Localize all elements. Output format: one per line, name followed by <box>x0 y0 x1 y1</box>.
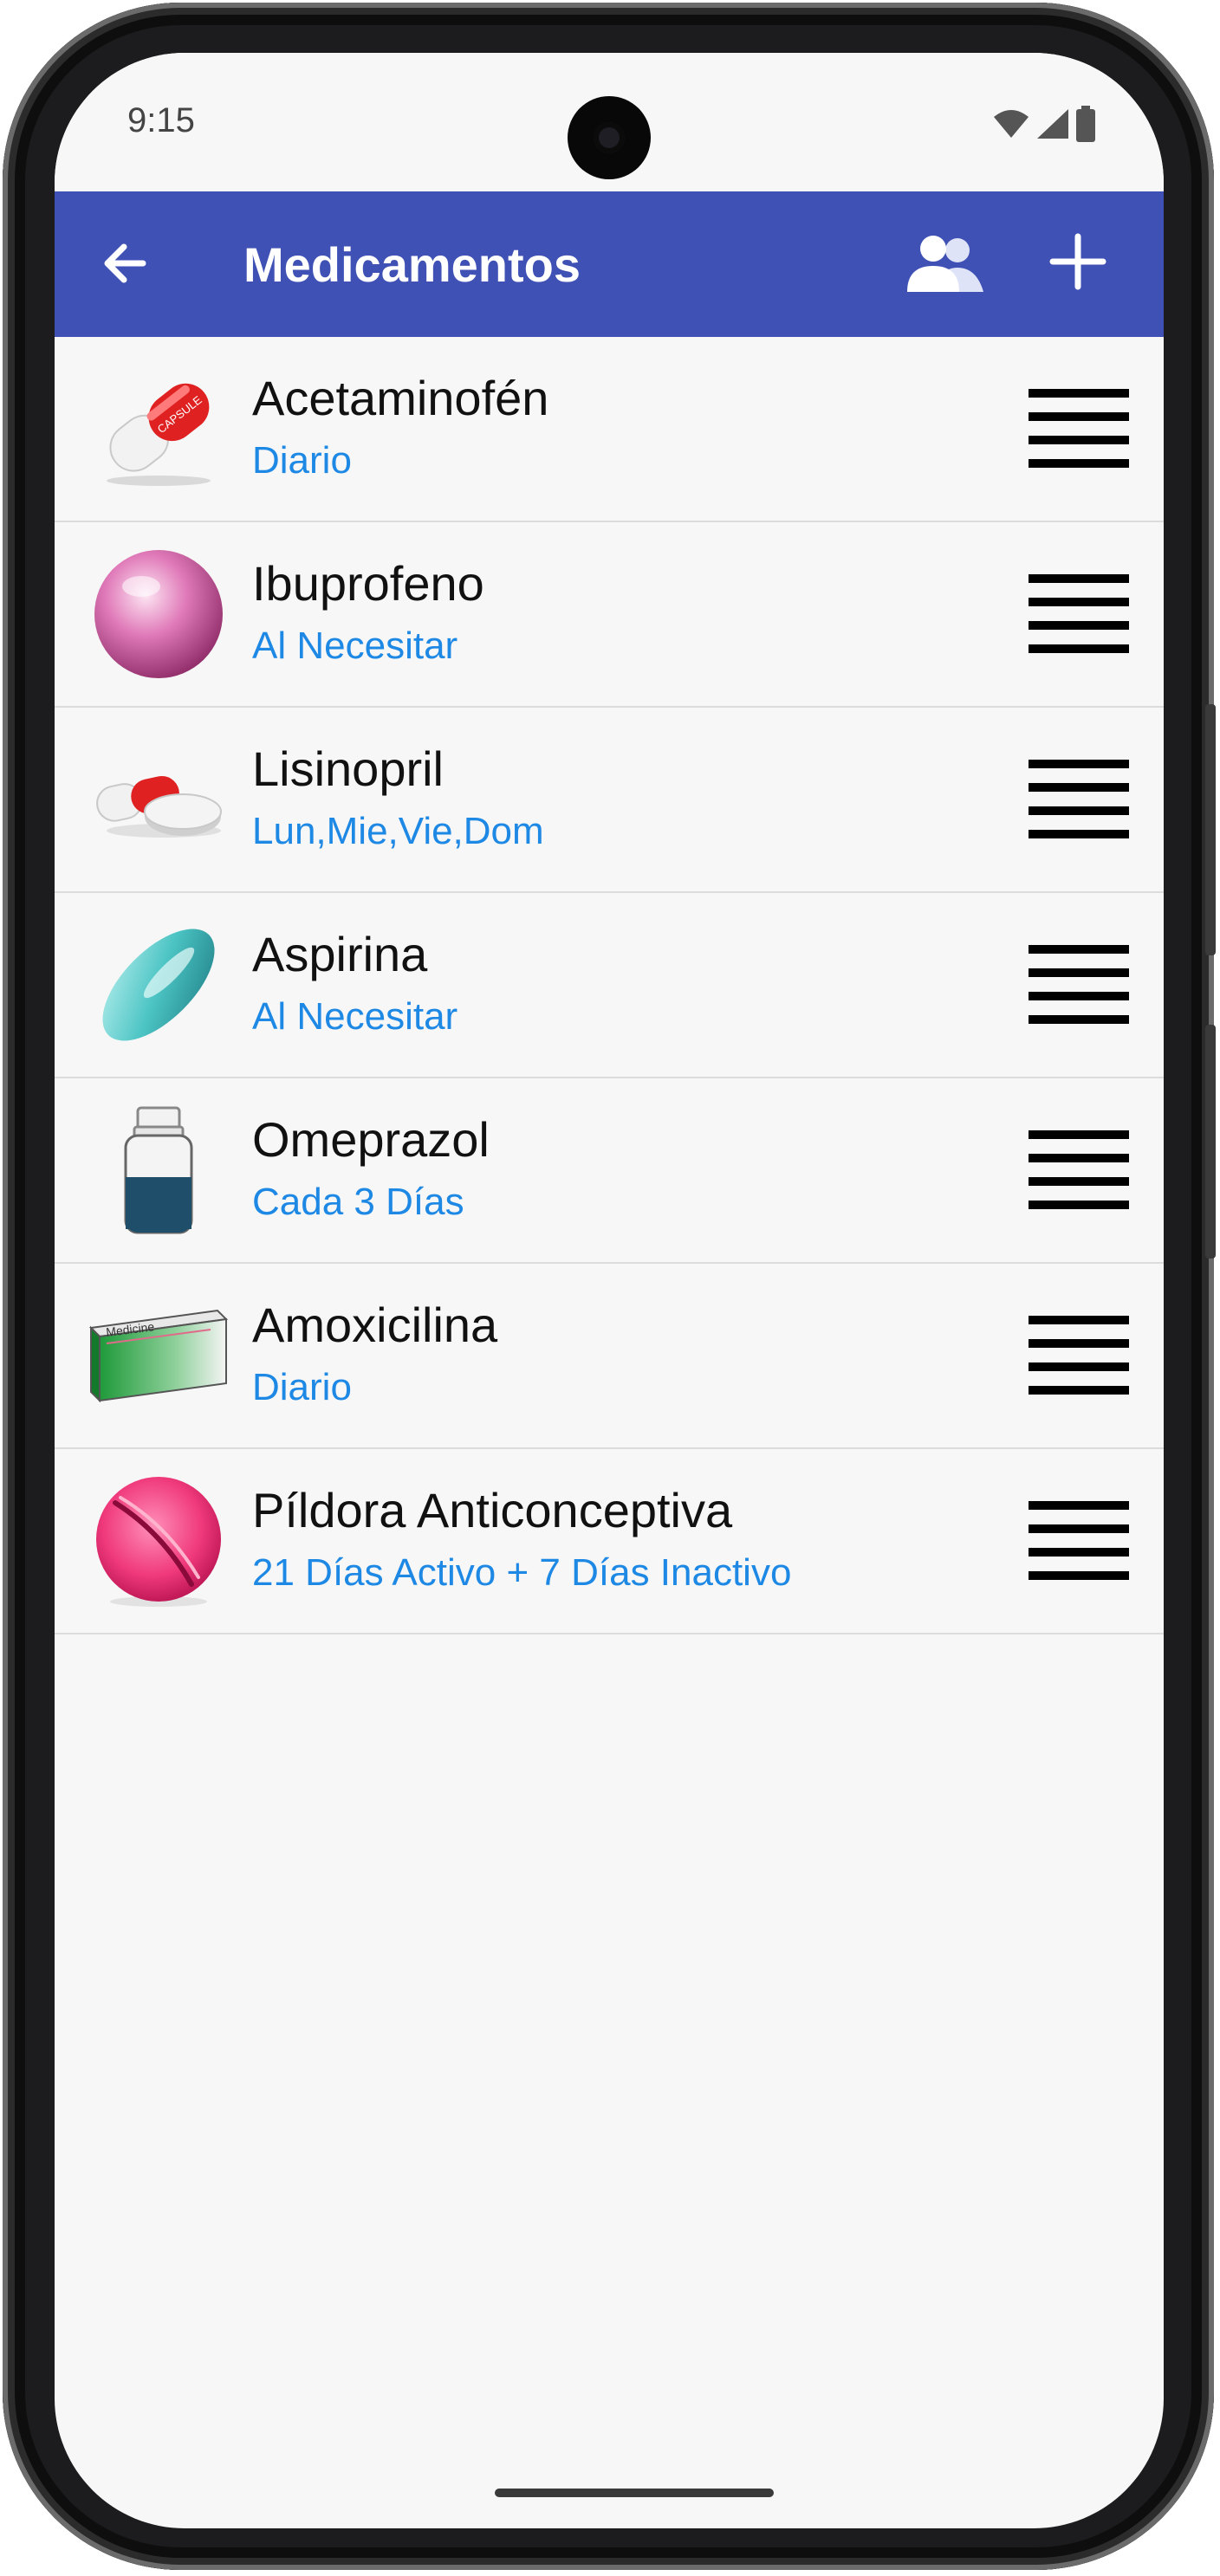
medication-frequency: Lun,Mie,Vie,Dom <box>252 810 544 852</box>
drag-handle-icon[interactable] <box>1029 1130 1129 1210</box>
status-icons <box>992 106 1096 142</box>
drag-handle-icon[interactable] <box>1029 574 1129 654</box>
medication-frequency: Al Necesitar <box>252 625 458 667</box>
capsule-icon: CAPSULE <box>107 383 211 486</box>
pill-bottle-icon <box>124 1106 193 1234</box>
teal-oval-pill-icon <box>102 929 215 1041</box>
medication-frequency: Diario <box>252 439 352 482</box>
medication-name: Acetaminofén <box>252 371 549 425</box>
home-indicator[interactable] <box>495 2489 774 2497</box>
signal-icon <box>1037 109 1068 139</box>
add-icon[interactable] <box>1048 231 1108 292</box>
medication-name: Amoxicilina <box>252 1298 498 1352</box>
medication-row-omeprazol[interactable]: Omeprazol Cada 3 Días <box>55 1078 1164 1264</box>
medicine-box-icon: Medicine <box>89 1309 228 1403</box>
medication-name: Aspirina <box>252 927 428 981</box>
medication-frequency: Al Necesitar <box>252 995 458 1038</box>
people-icon[interactable] <box>904 235 990 295</box>
medication-list: CAPSULE Acetaminofén Diario Ibuprofeno A… <box>55 337 1164 1634</box>
capsule-and-tablet-icon <box>96 775 222 838</box>
medication-row-amoxicilina[interactable]: Medicine Amoxicilina Diario <box>55 1264 1164 1449</box>
medication-row-lisinopril[interactable]: Lisinopril Lun,Mie,Vie,Dom <box>55 708 1164 893</box>
medication-name: Omeprazol <box>252 1112 490 1167</box>
battery-icon <box>1076 106 1095 142</box>
app-bar: Medicamentos <box>55 191 1164 337</box>
volume-button <box>1205 704 1216 955</box>
medication-name: Píldora Anticonceptiva <box>252 1483 733 1537</box>
drag-handle-icon[interactable] <box>1029 389 1129 469</box>
drag-handle-icon[interactable] <box>1029 945 1129 1025</box>
medication-row-aspirina[interactable]: Aspirina Al Necesitar <box>55 893 1164 1078</box>
status-time: 9:15 <box>127 101 195 139</box>
power-button <box>1205 1025 1216 1259</box>
medication-frequency: 21 Días Activo + 7 Días Inactivo <box>252 1551 792 1594</box>
arrow-left-icon[interactable] <box>96 235 153 292</box>
medication-name: Ibuprofeno <box>252 556 484 611</box>
front-camera <box>568 96 651 179</box>
medication-name: Lisinopril <box>252 741 444 796</box>
phone-frame: 9:15 Medicamentos CAPSULE Acetaminofén D… <box>3 3 1216 2570</box>
page-title: Medicamentos <box>243 237 581 292</box>
medication-row-acetaminofen[interactable]: CAPSULE Acetaminofén Diario <box>55 337 1164 522</box>
drag-handle-icon[interactable] <box>1029 1501 1129 1581</box>
screen: 9:15 Medicamentos CAPSULE Acetaminofén D… <box>55 53 1164 2528</box>
pink-pearl-pill-icon <box>94 550 223 678</box>
drag-handle-icon[interactable] <box>1029 1316 1129 1395</box>
medication-frequency: Diario <box>252 1366 352 1408</box>
medication-row-pildora-anticonceptiva[interactable]: Píldora Anticonceptiva 21 Días Activo + … <box>55 1449 1164 1634</box>
drag-handle-icon[interactable] <box>1029 760 1129 839</box>
medication-row-ibuprofeno[interactable]: Ibuprofeno Al Necesitar <box>55 522 1164 708</box>
status-bar: 9:15 <box>55 53 1164 191</box>
medication-frequency: Cada 3 Días <box>252 1181 464 1223</box>
wifi-icon <box>994 110 1029 138</box>
pink-round-pill-icon <box>96 1477 221 1607</box>
